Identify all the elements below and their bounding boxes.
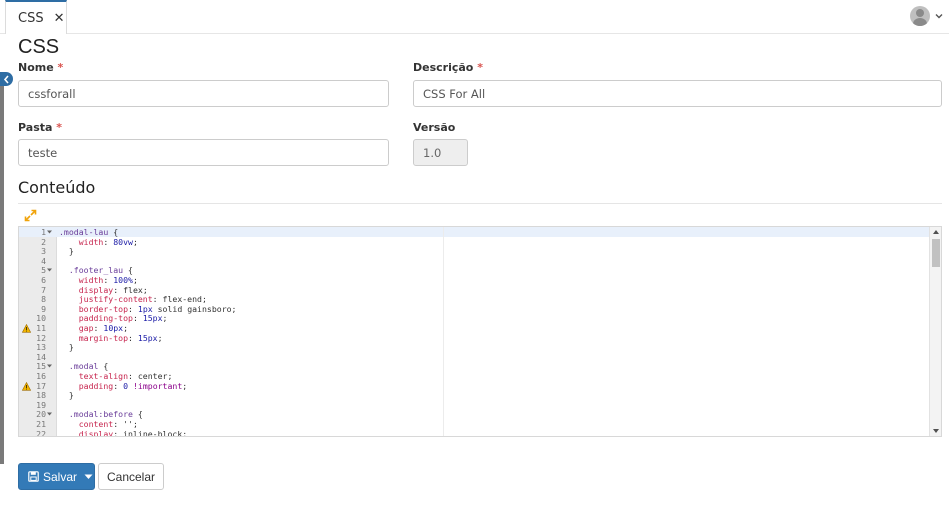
chevron-left-icon (3, 74, 9, 84)
required-mark: * (477, 61, 483, 74)
tab-label: CSS (18, 10, 44, 26)
close-icon[interactable]: ✕ (54, 11, 65, 26)
nome-label-text: Nome (18, 61, 54, 74)
versao-label: Versão (413, 121, 455, 134)
required-mark: * (57, 61, 64, 74)
pasta-label: Pasta * (18, 121, 62, 134)
code-line[interactable]: 10 padding-top: 15px; (19, 314, 930, 324)
editor-scrollbar[interactable] (929, 227, 941, 436)
save-button[interactable]: Salvar (18, 463, 95, 490)
fold-toggle[interactable] (47, 228, 52, 238)
chevron-down-icon[interactable] (935, 12, 943, 20)
fold-icon[interactable] (47, 412, 52, 416)
fold-toggle[interactable] (47, 266, 52, 276)
cancel-button-label: Cancelar (106, 469, 156, 484)
code-editor[interactable]: 1 .modal-lau {2 width: 80vw; 3 } 4 5 .footer… (18, 226, 942, 437)
pasta-input[interactable]: teste (18, 139, 389, 166)
code-line[interactable]: 22 display: inline-block; (19, 428, 930, 437)
code-line[interactable]: 3 } (19, 247, 930, 257)
scrollbar-thumb[interactable] (932, 239, 940, 267)
fold-toggle[interactable] (47, 362, 52, 372)
code-text: margin-top: 15px; (78, 332, 163, 343)
code-text: padding: 0 !important; (78, 380, 188, 391)
fold-toggle[interactable] (47, 410, 52, 420)
page-title: CSS (18, 36, 60, 58)
top-bar: CSS ✕ (0, 0, 949, 34)
code-line[interactable]: 14 (19, 352, 930, 363)
pasta-value: teste (28, 145, 58, 160)
scroll-up-icon[interactable] (932, 229, 940, 235)
code-text: } (59, 246, 74, 257)
nome-label: Nome * (18, 61, 63, 74)
sidebar-collapse-button[interactable] (0, 72, 13, 86)
code-line[interactable]: 19 (19, 400, 930, 411)
pasta-label-text: Pasta (18, 121, 53, 134)
save-button-label: Salvar (43, 469, 78, 484)
content-section-title: Conteúdo (18, 178, 96, 197)
fold-icon[interactable] (47, 268, 52, 272)
required-mark: * (56, 121, 63, 134)
versao-input: 1.0 (413, 139, 468, 166)
code-line[interactable]: 4 (19, 256, 930, 267)
code-line[interactable]: 18 } (19, 391, 930, 401)
user-avatar-icon[interactable] (910, 6, 930, 26)
code-text: display: inline-block; (78, 428, 188, 437)
tab-css[interactable]: CSS ✕ (5, 0, 67, 34)
floppy-disk-icon (28, 471, 39, 482)
code-text: } (59, 342, 74, 353)
code-line[interactable]: 17 padding: 0 !important; (19, 380, 930, 392)
nome-value: cssforall (28, 86, 76, 101)
sidebar-rail (0, 72, 4, 464)
code-line[interactable]: 12 margin-top: 15px; (19, 332, 930, 344)
code-line[interactable]: 1 .modal-lau { (19, 227, 930, 238)
line-number: 22 (36, 428, 46, 437)
expand-icon[interactable] (24, 209, 37, 222)
descricao-input[interactable]: CSS For All (413, 80, 942, 107)
descricao-value: CSS For All (423, 86, 486, 101)
code-text: } (59, 390, 74, 401)
versao-label-text: Versão (413, 121, 456, 134)
descricao-label: Descrição * (413, 61, 483, 74)
code-line[interactable]: 2 width: 80vw; (19, 237, 930, 248)
cancel-button[interactable]: Cancelar (98, 463, 164, 490)
code-line[interactable]: 20 .modal:before { (19, 410, 930, 420)
fold-icon[interactable] (47, 230, 52, 234)
user-menu[interactable] (910, 6, 943, 26)
caret-down-icon[interactable] (84, 474, 93, 480)
fold-icon[interactable] (47, 364, 52, 368)
versao-value: 1.0 (423, 145, 442, 160)
code-line[interactable]: 6 width: 100%; (19, 275, 930, 286)
nome-input[interactable]: cssforall (18, 80, 389, 107)
section-divider (18, 203, 942, 204)
descricao-label-text: Descrição (413, 61, 474, 74)
scroll-down-icon[interactable] (932, 428, 940, 434)
code-line[interactable]: 5 .footer_lau { (19, 266, 930, 276)
code-line[interactable]: 13 } (19, 343, 930, 353)
